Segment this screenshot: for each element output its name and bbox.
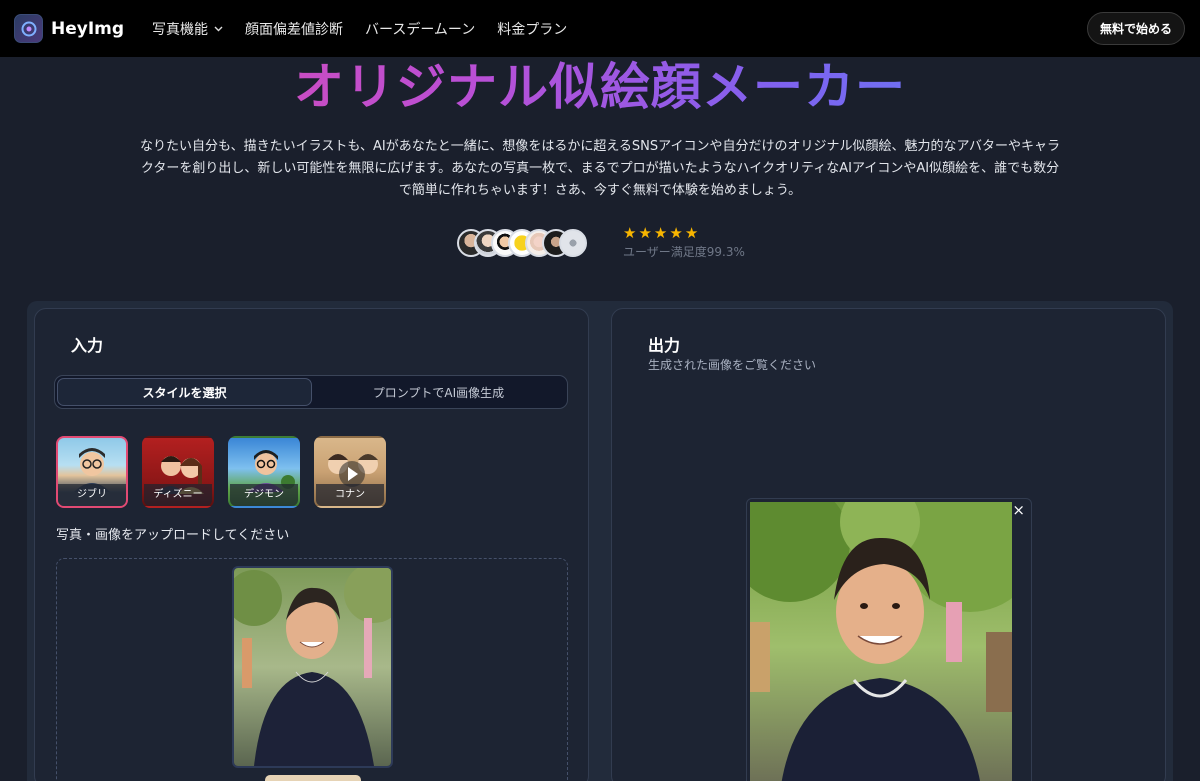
style-label: デジモン [230, 484, 298, 506]
upload-button[interactable] [265, 775, 361, 781]
style-options: ジブリ ディズニー デジモン コナン [56, 436, 400, 508]
nav-link-label: 料金プラン [497, 21, 568, 38]
star-icon: ★ [638, 224, 652, 242]
star-icon: ★ [669, 224, 683, 242]
output-panel-subtitle: 生成された画像をご覧ください [648, 358, 817, 372]
style-label: コナン [316, 484, 384, 506]
rating-stars: ★ ★ ★ ★ ★ [623, 225, 745, 241]
input-panel-title: 入力 [71, 336, 104, 355]
rating: ★ ★ ★ ★ ★ ユーザー満足度99.3% [623, 225, 745, 260]
star-icon: ★ [653, 224, 668, 242]
input-mode-tabs: スタイルを選択 プロンプトでAI画像生成 [54, 375, 568, 409]
style-option-disney[interactable]: ディズニー [142, 436, 214, 508]
user-avatars [457, 229, 587, 257]
brand-name: HeyImg [51, 18, 125, 39]
generated-image-art [750, 502, 1012, 781]
nav-link-photo-features[interactable]: 写真機能 [152, 19, 223, 39]
style-label: ジブリ [58, 484, 126, 506]
input-panel: 入力 スタイルを選択 プロンプトでAI画像生成 ジブリ ディズニー デジモン コ… [34, 308, 589, 781]
start-free-button[interactable]: 無料で始める [1087, 12, 1185, 45]
style-option-ghibli[interactable]: ジブリ [56, 436, 128, 508]
output-image-frame: × [746, 498, 1032, 781]
tab-prompt-generate[interactable]: プロンプトでAI画像生成 [312, 378, 565, 406]
nav-link-label: 写真機能 [152, 21, 209, 38]
generated-image [750, 502, 1012, 781]
hero-description: なりたい自分も、描きたいイラストも、AIがあなたと一緒に、想像をはるかに超えるS… [140, 139, 1060, 198]
uploaded-photo [232, 566, 393, 768]
avatar [559, 229, 587, 257]
output-panel-title: 出力 [648, 336, 681, 355]
top-nav: HeyImg 写真機能 顔面偏差値診断 バースデームーン 料金プラン 無料で始め… [0, 0, 1200, 57]
brand-logo[interactable]: HeyImg [14, 14, 124, 43]
upload-dropzone[interactable] [56, 558, 568, 781]
nav-link-birthday-moon[interactable]: バースデームーン [365, 19, 475, 39]
nav-link-label: 顔面偏差値診断 [245, 21, 344, 38]
style-option-conan[interactable]: コナン [314, 436, 386, 508]
style-label: ディズニー [144, 484, 212, 506]
nav-link-label: バースデームーン [365, 21, 476, 38]
style-option-digimon[interactable]: デジモン [228, 436, 300, 508]
conan-thumbnail [328, 454, 378, 487]
logo-icon [14, 14, 43, 43]
tab-select-style[interactable]: スタイルを選択 [57, 378, 312, 406]
upload-label: 写真・画像をアップロードしてください [56, 528, 290, 543]
star-icon: ★ [684, 224, 699, 242]
star-icon: ★ [623, 224, 637, 242]
close-icon[interactable]: × [1012, 502, 1025, 518]
output-panel: 出力 生成された画像をご覧ください × [611, 308, 1166, 781]
satisfaction-text: ユーザー満足度99.3% [623, 245, 745, 259]
nav-link-pricing[interactable]: 料金プラン [497, 19, 567, 39]
uploaded-photo-image [234, 568, 391, 766]
nav-link-face-score[interactable]: 顔面偏差値診断 [245, 19, 343, 39]
page-title: オリジナル似絵顔メーカー [0, 56, 1200, 118]
chevron-down-icon [214, 26, 223, 31]
